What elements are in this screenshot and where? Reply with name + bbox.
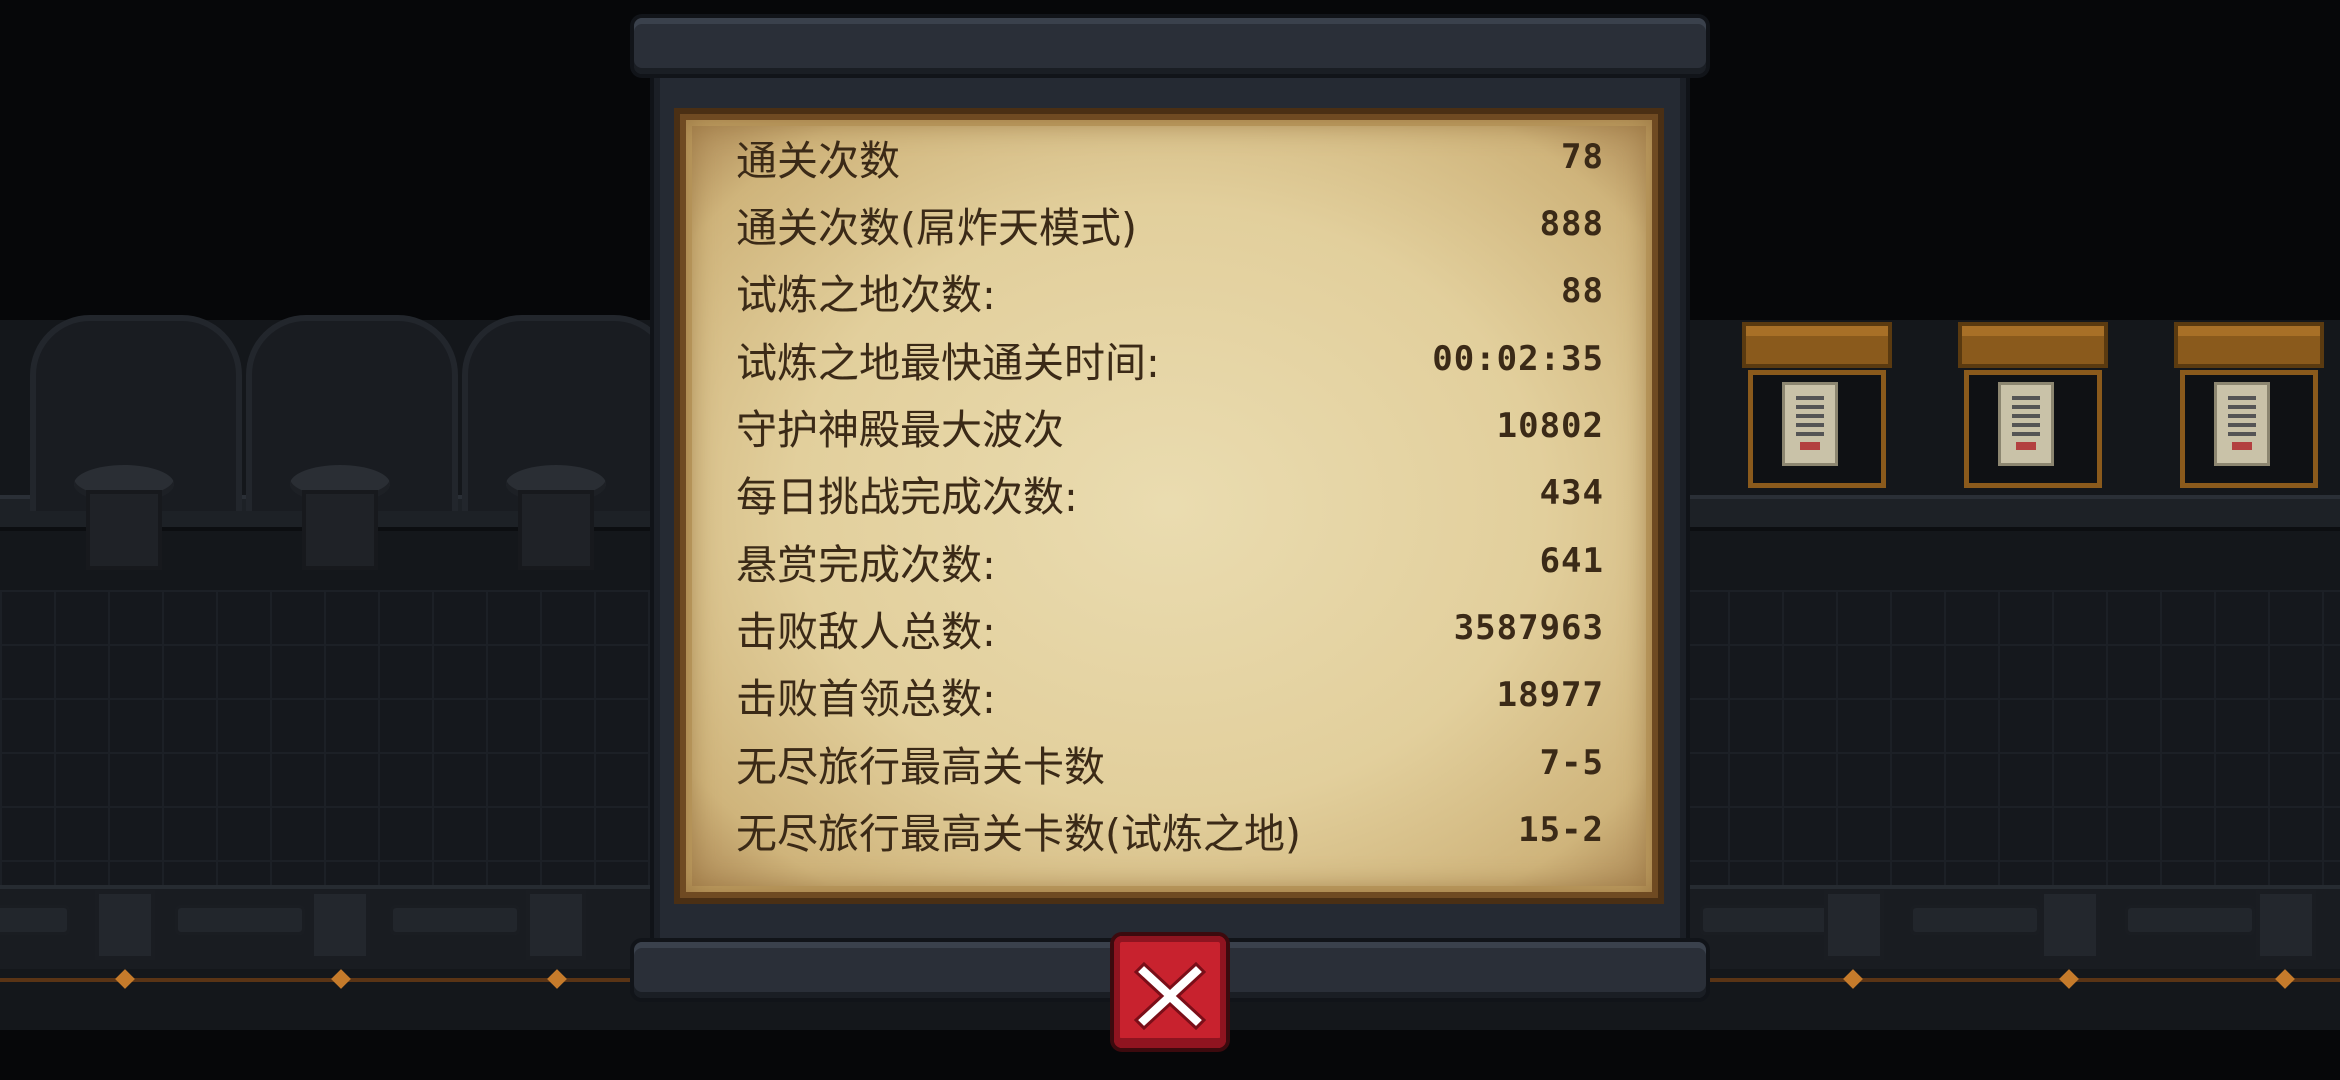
display-case — [1742, 322, 1892, 492]
stat-label: 击败敌人总数: — [736, 608, 996, 656]
floor-post — [310, 890, 370, 960]
floor-slot — [0, 905, 70, 935]
floor-slot — [390, 905, 520, 935]
stat-row-trial-runs: 试炼之地次数: 88 — [736, 261, 1604, 321]
stat-row-trial-fastest-time: 试炼之地最快通关时间: 00:02:35 — [736, 329, 1604, 389]
stat-row-daily-challenges: 每日挑战完成次数: 434 — [736, 463, 1604, 523]
pedestal — [506, 465, 606, 585]
stat-label: 无尽旅行最高关卡数(试炼之地) — [736, 810, 1301, 858]
stats-list: 通关次数 78 通关次数(屌炸天模式) 888 试炼之地次数: 88 试炼之地最… — [736, 122, 1604, 882]
stat-label: 击败首领总数: — [736, 675, 996, 723]
close-button[interactable] — [1114, 936, 1226, 1048]
stat-value: 18977 — [1496, 675, 1604, 715]
stat-label: 悬赏完成次数: — [736, 541, 996, 589]
stat-value: 78 — [1561, 137, 1604, 177]
stat-label: 无尽旅行最高关卡数 — [736, 743, 1105, 791]
stat-row-bosses-defeated: 击败首领总数: 18977 — [736, 665, 1604, 725]
floor-post — [95, 890, 155, 960]
floor-slot — [1910, 905, 2040, 935]
floor-post — [2256, 890, 2316, 960]
floor-slot — [1700, 905, 1830, 935]
stat-row-clears-badass-mode: 通关次数(屌炸天模式) 888 — [736, 194, 1604, 254]
stat-row-enemies-defeated: 击败敌人总数: 3587963 — [736, 598, 1604, 658]
stat-label: 通关次数(屌炸天模式) — [736, 204, 1137, 252]
floor-post — [526, 890, 586, 960]
stat-value: 88 — [1561, 271, 1604, 311]
floor-slot — [2125, 905, 2255, 935]
pedestal — [290, 465, 390, 585]
stat-label: 试炼之地次数: — [736, 271, 996, 319]
stat-row-bounties: 悬赏完成次数: 641 — [736, 531, 1604, 591]
stat-value: 15-2 — [1518, 810, 1604, 850]
stat-value: 641 — [1539, 541, 1604, 581]
floor-slot — [175, 905, 305, 935]
stat-value: 434 — [1539, 473, 1604, 513]
floor-post — [1824, 890, 1884, 960]
stat-label: 守护神殿最大波次 — [736, 406, 1064, 454]
stat-row-endless-max-level: 无尽旅行最高关卡数 7-5 — [736, 733, 1604, 793]
stat-row-clears: 通关次数 78 — [736, 127, 1604, 187]
display-case — [1958, 322, 2108, 492]
stat-row-temple-max-wave: 守护神殿最大波次 10802 — [736, 396, 1604, 456]
stat-value: 3587963 — [1453, 608, 1604, 648]
stat-value: 888 — [1539, 204, 1604, 244]
stat-label: 每日挑战完成次数: — [736, 473, 1078, 521]
stat-value: 7-5 — [1539, 743, 1604, 783]
stat-label: 试炼之地最快通关时间: — [736, 339, 1160, 387]
stat-value: 00:02:35 — [1432, 339, 1604, 379]
pedestal — [74, 465, 174, 585]
stat-row-endless-max-level-trial: 无尽旅行最高关卡数(试炼之地) 15-2 — [736, 800, 1604, 860]
display-case — [2174, 322, 2324, 492]
stat-value: 10802 — [1496, 406, 1604, 446]
floor-post — [2040, 890, 2100, 960]
close-icon — [1133, 961, 1207, 1031]
scroll-rod-top — [634, 18, 1706, 74]
stat-label: 通关次数 — [736, 137, 900, 185]
